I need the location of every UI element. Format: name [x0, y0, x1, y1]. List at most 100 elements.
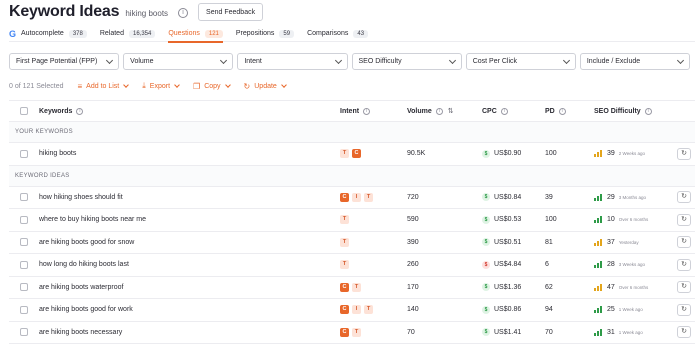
- seo-value: 31: [607, 328, 615, 336]
- export-button[interactable]: ⤓ Export: [142, 81, 180, 91]
- keyword-text[interactable]: are hiking boots necessary: [39, 329, 340, 336]
- checkbox-cell: [9, 238, 39, 247]
- column-keywords[interactable]: Keywords: [39, 108, 72, 115]
- pd-value: 100: [545, 150, 557, 158]
- keyword-text[interactable]: are hiking boots waterproof: [39, 284, 340, 291]
- tab-related[interactable]: Related 16,354: [100, 26, 156, 42]
- column-cpc[interactable]: CPC: [482, 108, 497, 115]
- add-to-list-button[interactable]: ≡ Add to List: [78, 82, 130, 91]
- intent-badge-t: T: [340, 260, 349, 270]
- column-intent[interactable]: Intent: [340, 108, 359, 115]
- intent-badge-t: T: [364, 305, 373, 315]
- chevron-down-icon: [224, 82, 231, 88]
- sort-icon[interactable]: ⇅: [448, 107, 454, 115]
- info-icon[interactable]: i: [644, 107, 652, 115]
- refresh-icon[interactable]: ↻: [677, 258, 691, 271]
- copy-button[interactable]: ❐ Copy: [193, 82, 231, 91]
- refresh-icon[interactable]: ↻: [677, 303, 691, 316]
- seo-updated-time: 1 Week ago: [618, 307, 643, 313]
- row-checkbox[interactable]: [20, 193, 28, 202]
- info-icon[interactable]: i: [500, 107, 508, 115]
- tab-autocomplete[interactable]: G Autocomplete 378: [9, 26, 87, 42]
- row-checkbox[interactable]: [20, 305, 28, 314]
- row-checkbox[interactable]: [20, 149, 28, 158]
- info-icon[interactable]: i: [76, 107, 84, 115]
- column-pd[interactable]: PD: [545, 108, 555, 115]
- tab-label: Related: [99, 30, 124, 37]
- cpc-cell: $ US$0.86: [482, 305, 545, 314]
- filter-label: Intent: [244, 58, 262, 65]
- seo-value: 28: [607, 261, 615, 269]
- intent-badge-t: T: [352, 327, 361, 337]
- cpc-cell: $ US$0.90: [482, 149, 545, 158]
- seo-cell: 39 2 Weeks ago: [594, 150, 673, 158]
- filter-intent-dropdown[interactable]: Intent: [237, 53, 348, 70]
- selection-count: 0 of 121 Selected: [9, 82, 64, 90]
- action-label: Export: [149, 82, 171, 90]
- volume-value: 720: [407, 193, 419, 201]
- cpc-cell: $ US$0.51: [482, 238, 545, 247]
- refresh-icon[interactable]: ↻: [677, 236, 691, 249]
- google-icon: G: [9, 28, 17, 39]
- intent-badge-c: C: [340, 327, 349, 337]
- seo-updated-time: Yesterday: [618, 239, 639, 245]
- volume-value: 390: [407, 238, 419, 246]
- filter-volume-dropdown[interactable]: Volume: [123, 53, 234, 70]
- keyword-text[interactable]: are hiking boots good for snow: [39, 239, 340, 246]
- dollar-icon: $: [482, 260, 490, 269]
- keyword-text[interactable]: how long do hiking boots last: [39, 261, 340, 268]
- filter-cpc-dropdown[interactable]: Cost Per Click: [465, 53, 576, 70]
- keyword-text[interactable]: how hiking shoes should fit: [39, 194, 340, 201]
- tab-count: 121: [204, 29, 223, 38]
- keyword-text[interactable]: where to buy hiking boots near me: [39, 216, 340, 223]
- info-icon[interactable]: i: [558, 107, 566, 115]
- tab-count: 43: [353, 29, 369, 38]
- filter-label: Volume: [130, 58, 154, 65]
- dollar-icon: $: [482, 328, 490, 337]
- refresh-icon[interactable]: ↻: [677, 326, 691, 339]
- row-checkbox[interactable]: [20, 283, 28, 292]
- tab-questions[interactable]: Questions 121: [168, 26, 223, 43]
- tab-label: Comparisons: [307, 30, 349, 37]
- filter-include-exclude-dropdown[interactable]: Include / Exclude: [579, 53, 691, 70]
- select-all-checkbox[interactable]: [20, 107, 28, 115]
- header: Keyword Ideas hiking boots i Send Feedba…: [9, 0, 699, 24]
- row-checkbox[interactable]: [20, 260, 28, 269]
- keywords-table: Keywords i Intent i Volume i ⇅ CPC i PD i SEO …: [9, 100, 695, 344]
- refresh-icon[interactable]: ↻: [677, 191, 691, 204]
- keyword-text[interactable]: hiking boots: [39, 150, 340, 157]
- info-icon[interactable]: i: [363, 107, 371, 115]
- filter-fpp-dropdown[interactable]: First Page Potential (FPP): [9, 53, 120, 70]
- update-button[interactable]: ↻ Update: [244, 82, 287, 91]
- cpc-value: US$0.86: [494, 306, 522, 314]
- difficulty-bars-icon: [594, 193, 603, 201]
- keyword-text[interactable]: are hiking boots good for work: [39, 306, 340, 313]
- table-row: are hiking boots waterproof C T 170 $ US$1.36…: [9, 277, 695, 299]
- download-icon: ⤓: [142, 81, 146, 90]
- dollar-icon: $: [482, 283, 490, 292]
- seo-value: 10: [607, 216, 615, 224]
- column-seo-difficulty[interactable]: SEO Difficulty: [594, 108, 641, 115]
- refresh-icon[interactable]: ↻: [677, 213, 691, 226]
- tab-label: Questions: [168, 30, 200, 37]
- cpc-value: US$0.84: [494, 193, 522, 201]
- row-checkbox[interactable]: [20, 328, 28, 337]
- refresh-icon[interactable]: ↻: [677, 281, 691, 294]
- tab-count: 16,354: [128, 29, 156, 38]
- info-icon[interactable]: i: [435, 107, 443, 115]
- row-checkbox[interactable]: [20, 215, 28, 224]
- tab-count: 378: [68, 29, 87, 38]
- send-feedback-button[interactable]: Send Feedback: [198, 3, 264, 21]
- filter-seo-difficulty-dropdown[interactable]: SEO Difficulty: [351, 53, 462, 70]
- refresh-icon[interactable]: ↻: [677, 147, 691, 160]
- difficulty-bars-icon: [594, 216, 603, 224]
- column-volume[interactable]: Volume: [407, 108, 432, 115]
- seo-cell: 10 Over 6 months: [594, 216, 673, 224]
- tab-comparisons[interactable]: Comparisons 43: [307, 26, 369, 42]
- chevron-down-icon: [280, 82, 287, 88]
- info-icon[interactable]: i: [178, 8, 189, 18]
- row-checkbox[interactable]: [20, 238, 28, 247]
- chevron-down-icon: [562, 56, 570, 64]
- tab-prepositions[interactable]: Prepositions 59: [236, 26, 295, 42]
- cpc-value: US$0.90: [494, 150, 522, 158]
